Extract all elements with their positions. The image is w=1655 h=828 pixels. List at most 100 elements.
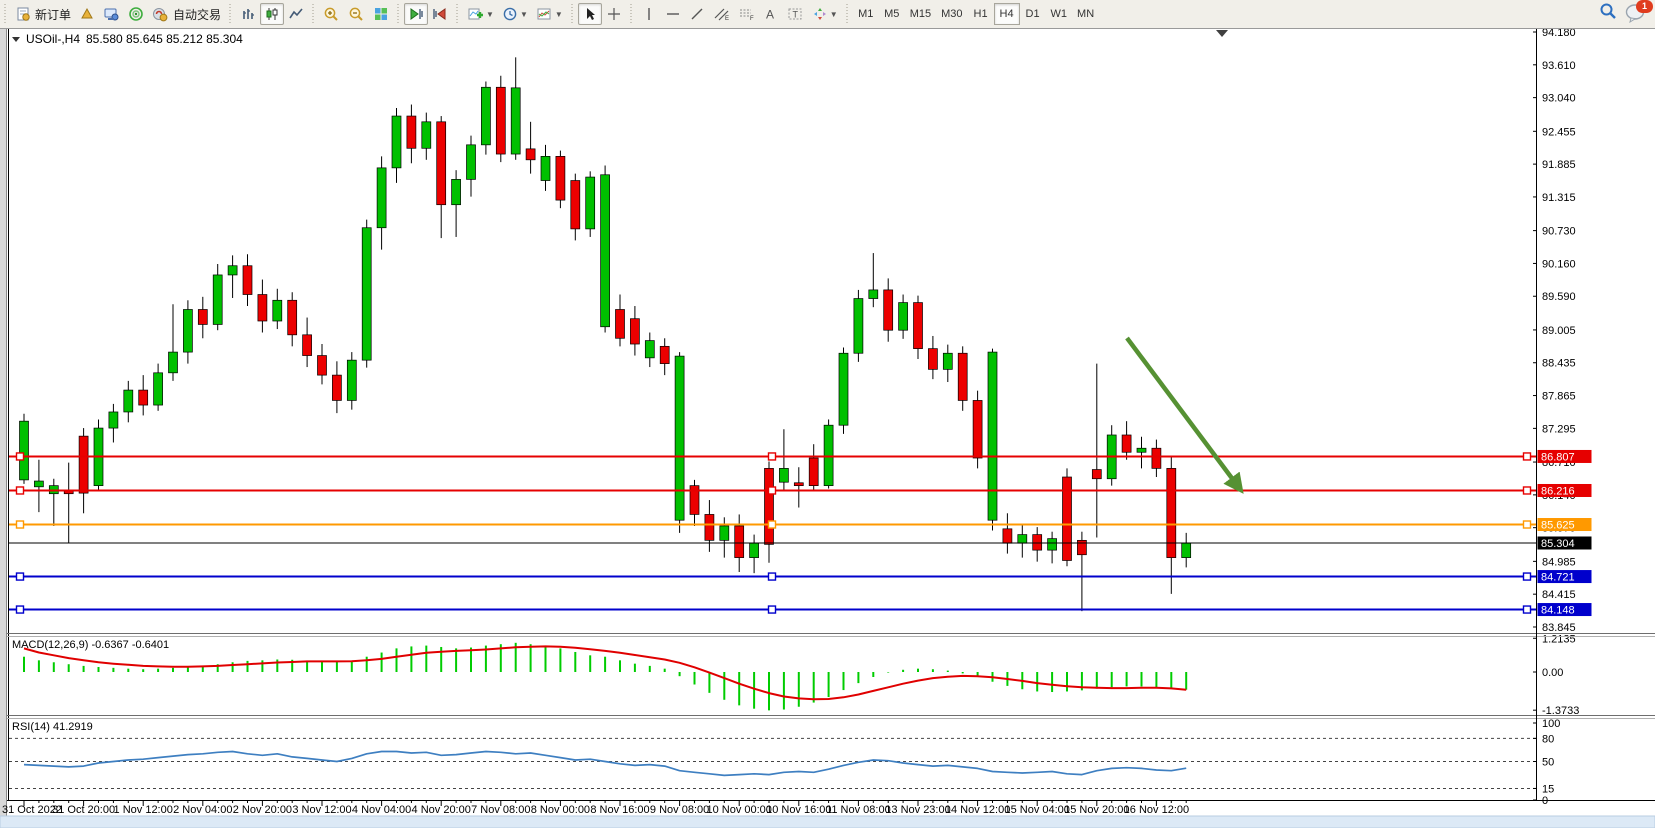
candle-body <box>377 168 386 228</box>
line-handle[interactable] <box>17 487 24 494</box>
line-handle[interactable] <box>1524 606 1531 613</box>
rsi-axis-tick-label: 80 <box>1542 733 1554 745</box>
crosshair-tool-button[interactable] <box>602 3 626 25</box>
equidistant-channel-tool-button[interactable]: E <box>709 3 734 25</box>
chart-legend: USOil-,H4 85.580 85.645 85.212 85.304 <box>12 32 243 46</box>
line-handle[interactable] <box>1524 487 1531 494</box>
timeframe-m1-button[interactable]: M1 <box>853 3 879 25</box>
vertical-line-tool-button[interactable] <box>637 3 661 25</box>
timeframe-m15-button[interactable]: M15 <box>905 3 936 25</box>
candle-body <box>169 352 178 373</box>
tile-windows-icon <box>373 6 389 22</box>
templates-button[interactable]: ▼ <box>532 3 567 25</box>
bar-chart-mode-button[interactable] <box>236 3 260 25</box>
periods-button[interactable]: ▼ <box>498 3 532 25</box>
line-handle[interactable] <box>1524 521 1531 528</box>
line-handle[interactable] <box>17 453 24 460</box>
toolbar-grip <box>396 4 401 24</box>
candlestick-icon <box>264 6 280 22</box>
window-left-edge <box>0 28 6 828</box>
candle-body <box>973 400 982 458</box>
candle-body <box>779 468 788 482</box>
timeframe-m5-button[interactable]: M5 <box>879 3 905 25</box>
fibonacci-tool-button[interactable]: F <box>734 3 759 25</box>
price-axis-tick-label: 84.415 <box>1542 589 1576 601</box>
candle-body <box>79 436 88 493</box>
line-handle[interactable] <box>1524 573 1531 580</box>
line-handle[interactable] <box>769 487 776 494</box>
indicators-button[interactable]: ▼ <box>463 3 498 25</box>
candle-body <box>332 375 341 400</box>
trend-arrow-annotation[interactable] <box>1127 338 1240 489</box>
price-axis-tick-label: 84.985 <box>1542 556 1576 568</box>
line-handle[interactable] <box>769 606 776 613</box>
line-handle[interactable] <box>769 573 776 580</box>
macd-signal-line <box>24 646 1186 699</box>
price-axis-tick-label: 88.435 <box>1542 358 1576 370</box>
chart-shift-marker[interactable] <box>1216 30 1228 37</box>
chat-button[interactable]: 1 <box>1625 3 1649 25</box>
search-icon[interactable] <box>1599 2 1617 25</box>
trading-platform-window: 新订单 自动交易 <box>0 0 1655 828</box>
symbol-dropdown-icon[interactable] <box>12 37 20 42</box>
auto-scroll-icon <box>408 6 424 22</box>
chart-shift-button[interactable] <box>428 3 452 25</box>
line-chart-mode-button[interactable] <box>284 3 308 25</box>
candle-body <box>839 353 848 425</box>
macd-label: MACD(12,26,9) -0.6367 -0.6401 <box>12 639 169 651</box>
timeframe-h1-button[interactable]: H1 <box>968 3 994 25</box>
horizontal-line-tool-button[interactable] <box>661 3 685 25</box>
price-axis-tick-label: 91.315 <box>1542 192 1576 204</box>
rsi-axis-tick-label: 100 <box>1542 718 1560 730</box>
timeframe-d1-button[interactable]: D1 <box>1020 3 1046 25</box>
line-handle[interactable] <box>17 573 24 580</box>
new-order-button[interactable]: 新订单 <box>11 3 75 25</box>
svg-text:A: A <box>766 8 774 22</box>
price-axis-tick-label: 87.865 <box>1542 391 1576 403</box>
svg-text:E: E <box>725 16 729 22</box>
line-handle[interactable] <box>1524 453 1531 460</box>
timeframe-m30-button[interactable]: M30 <box>936 3 967 25</box>
crosshair-icon <box>606 6 622 22</box>
text-label-tool-button[interactable]: T <box>783 3 808 25</box>
timeframe-h4-button[interactable]: H4 <box>994 3 1020 25</box>
price-axis-tick-label: 87.295 <box>1542 423 1576 435</box>
line-handle[interactable] <box>17 521 24 528</box>
time-axis-label: 16 Nov 12:00 <box>1124 804 1189 816</box>
trendline-tool-button[interactable] <box>685 3 709 25</box>
candle-body <box>958 353 967 400</box>
candle-body <box>139 390 148 405</box>
rsi-layer <box>24 752 1186 776</box>
market-watch-button[interactable] <box>75 3 99 25</box>
candle-body <box>735 526 744 558</box>
terminal-button[interactable] <box>99 3 124 25</box>
signals-button[interactable] <box>124 3 148 25</box>
periods-caret-icon: ▼ <box>520 10 528 19</box>
line-handle[interactable] <box>769 521 776 528</box>
text-tool-button[interactable]: A <box>759 3 783 25</box>
time-axis-label: 15 Nov 20:00 <box>1064 804 1129 816</box>
line-handle[interactable] <box>17 606 24 613</box>
cursor-tool-button[interactable] <box>578 3 602 25</box>
candle-body <box>824 425 833 485</box>
time-axis-label: 8 Nov 00:00 <box>531 804 590 816</box>
arrows-tool-button[interactable]: ▼ <box>808 3 842 25</box>
timeframe-mn-button[interactable]: MN <box>1072 3 1099 25</box>
svg-text:F: F <box>750 16 754 22</box>
text-a-icon: A <box>764 6 777 22</box>
cursor-arrow-icon <box>583 6 597 22</box>
zoom-in-button[interactable] <box>319 3 344 25</box>
auto-scroll-button[interactable] <box>404 3 428 25</box>
text-label-icon: T <box>787 6 804 22</box>
line-handle[interactable] <box>769 453 776 460</box>
svg-text:T: T <box>792 10 798 20</box>
candlestick-mode-button[interactable] <box>260 3 284 25</box>
price-tag-label: 85.304 <box>1541 538 1575 550</box>
tile-windows-button[interactable] <box>369 3 393 25</box>
candle-body <box>869 290 878 299</box>
candle-body <box>34 481 43 487</box>
zoom-out-button[interactable] <box>344 3 369 25</box>
auto-trading-button[interactable]: 自动交易 <box>148 3 225 25</box>
timeframe-w1-button[interactable]: W1 <box>1046 3 1073 25</box>
trendline-icon <box>689 6 705 22</box>
